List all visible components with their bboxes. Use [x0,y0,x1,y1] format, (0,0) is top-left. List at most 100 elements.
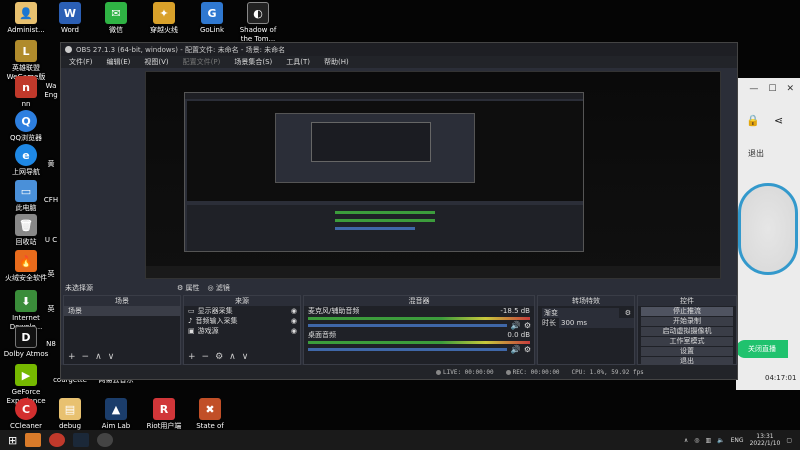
filters-button[interactable]: ◎ 滤镜 [208,283,230,293]
desktop-icon-administrator[interactable]: 👤 Administ... [2,2,50,35]
obs-menubar: 文件(F) 编辑(E) 视图(V) 配置文件(P) 场景集合(S) 工具(T) … [61,56,737,68]
controls-header: 控件 [638,296,736,306]
move-up-icon[interactable]: ∧ [229,352,236,362]
folder-icon: ▤ [59,398,81,420]
mixer-header: 混音器 [304,296,534,306]
move-down-icon[interactable]: ∨ [242,352,249,362]
menu-view[interactable]: 视图(V) [144,57,168,67]
exit-link[interactable]: 退出 [748,148,764,159]
eye-icon[interactable]: ◉ [291,326,300,336]
wechat-icon: ✉ [105,2,127,24]
menu-help[interactable]: 帮助(H) [324,57,349,67]
status-ring [738,183,798,275]
desktop-icon-shadow-tomb-raider[interactable]: ◐ Shadow of the Tom... [234,2,282,44]
preview-canvas[interactable] [145,71,721,279]
desktop-icon-partial-2[interactable]: CFH [40,196,62,205]
chevron-up-icon[interactable]: ∧ [684,437,688,444]
desktop-icon-riot[interactable]: R Riot用户端 [140,398,188,431]
audio-meter [308,341,530,344]
system-tray: ∧ ◎ ▥ 🔈 ENG 13:31 2022/1/10 ▢ [684,433,800,447]
menu-edit[interactable]: 编辑(E) [107,57,131,67]
desktop-icon-word[interactable]: W Word [46,2,94,35]
volume-slider[interactable] [308,348,507,351]
start-recording-button[interactable]: 开始录制 [641,317,733,326]
remove-icon[interactable]: − [82,352,90,362]
transition-duration[interactable]: 时长 300 ms [538,318,634,328]
riot-icon: R [153,398,175,420]
right-app-window: — ☐ ✕ 🔒 ⋖ 退出 关闭直播 04:17:01 [736,78,800,390]
lock-icon[interactable]: 🔒 [746,114,760,127]
source-tools: + − ⚙ ∧ ∨ [188,352,248,362]
gear-icon[interactable]: ⚙ [521,345,534,354]
virtual-camera-button[interactable]: 启动虚拟摄像机 [641,327,733,336]
geforce-icon: ▶ [15,364,37,386]
stop-live-button[interactable]: 关闭直播 [736,340,788,358]
menu-tools[interactable]: 工具(T) [286,57,310,67]
remove-icon[interactable]: − [202,352,210,362]
source-item[interactable]: ▭ 显示器采集 ◉ [184,306,300,316]
stop-streaming-button[interactable]: 停止推流 [641,307,733,316]
huorong-icon: 🔥 [15,250,37,272]
clock[interactable]: 13:31 2022/1/10 [750,433,781,447]
menu-file[interactable]: 文件(F) [69,57,93,67]
live-indicator: LIVE: 00:00:00 [436,369,494,376]
eye-icon[interactable]: ◉ [291,306,300,316]
add-icon[interactable]: + [68,352,76,362]
desktop-icon-partial-1[interactable]: Wa Eng [40,82,62,100]
gear-icon[interactable]: ⚙ [622,308,634,318]
gear-icon[interactable]: ⚙ [215,352,223,362]
audio-meter [308,317,530,320]
move-down-icon[interactable]: ∨ [108,352,115,362]
desktop-icon-aim-lab[interactable]: ▲ Aim Lab [92,398,140,431]
minimize-icon[interactable]: — [749,84,758,94]
desktop-icon-ccleaner[interactable]: C CCleaner [2,398,50,431]
network-icon[interactable]: ▥ [705,437,711,444]
scene-item[interactable]: 场景 [64,306,180,316]
properties-button[interactable]: ⚙ 属性 [177,283,200,293]
menu-profile[interactable]: 配置文件(P) [183,57,221,67]
close-icon[interactable]: ✕ [786,84,794,94]
move-up-icon[interactable]: ∧ [95,352,102,362]
no-source-label: 未选择源 [65,283,93,292]
menu-scene-collection[interactable]: 场景集合(S) [234,57,272,67]
speaker-icon[interactable]: 🔊 [511,321,521,330]
desktop-icon-partial-7[interactable]: N8 [40,340,62,349]
desktop-icon-partial-3[interactable]: 黄 [40,160,62,169]
computer-icon: ▭ [15,180,37,202]
desktop-icon-golink[interactable]: G GoLink [188,2,236,35]
source-item[interactable]: ▣ 游戏源 ◉ [184,326,300,336]
desktop-icon-crossfire[interactable]: ✦ 穿越火线 [140,2,188,35]
speaker-icon[interactable]: 🔊 [511,345,521,354]
scenes-panel: 场景 场景 + − ∧ ∨ [63,295,181,365]
netease-music-icon[interactable] [49,433,66,447]
language-indicator[interactable]: ENG [731,437,744,444]
source-item[interactable]: ♪ 音频输入采集 ◉ [184,316,300,326]
studio-mode-button[interactable]: 工作室模式 [641,337,733,346]
desktop-icon-debug[interactable]: ▤ debug [46,398,94,431]
add-icon[interactable]: + [188,352,196,362]
notification-icon[interactable]: ▢ [786,437,792,444]
steam-tray-icon[interactable]: ◎ [694,437,699,444]
transition-select[interactable]: 渐变 ⚙ [538,308,634,318]
obs-titlebar: OBS 27.1.3 (64-bit, windows) - 配置文件: 未命名… [61,43,737,56]
desktop-icon-wechat[interactable]: ✉ 微信 [92,2,140,35]
lol-icon: L [15,40,37,62]
volume-slider[interactable] [308,324,507,327]
taskbar-app-icon[interactable] [25,433,42,447]
settings-button[interactable]: 设置 [641,347,733,356]
volume-icon[interactable]: 🔈 [717,437,724,444]
windows-start-icon[interactable]: ⊞ [8,434,17,447]
desktop-icon-partial-4[interactable]: U C [40,236,62,245]
share-icon[interactable]: ⋖ [774,114,783,127]
gear-icon[interactable]: ⚙ [521,321,534,330]
maximize-icon[interactable]: ☐ [768,84,776,94]
rec-indicator: REC: 00:00:00 [505,369,560,376]
obs-taskbar-icon[interactable] [97,433,114,447]
desktop-icon-qq-browser[interactable]: Q QQ浏览器 [2,110,50,143]
scenes-header: 场景 [64,296,180,306]
eye-icon[interactable]: ◉ [291,316,300,326]
desktop-icon-partial-5[interactable]: 英 [40,270,62,279]
steam-icon[interactable] [73,433,90,447]
desktop-icon-partial-6[interactable]: 英 [40,305,62,314]
nested-obs-capture-1 [184,92,584,252]
